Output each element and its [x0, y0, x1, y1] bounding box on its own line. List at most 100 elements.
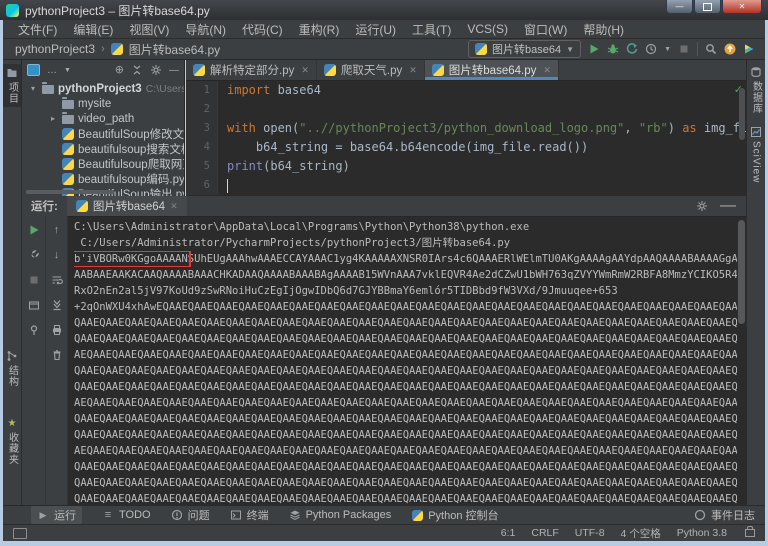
menu-item[interactable]: 导航(N): [178, 21, 233, 38]
hide-panel-icon[interactable]: —: [169, 65, 179, 76]
close-icon[interactable]: ✕: [301, 65, 309, 76]
console-text: AEQAAEQAAEQAAEQAAEQAAEQAAEQAAEQAAEQAAEQA…: [74, 397, 737, 409]
toolwindow-button-3[interactable]: 终端: [230, 507, 269, 523]
menu-item[interactable]: VCS(S): [460, 22, 515, 36]
console-line: QAAEQAAEQAAEQAAEQAAEQAAEQAAEQAAEQAAEQAAE…: [74, 363, 737, 379]
toolwindow-button-5[interactable]: Python 控制台: [411, 507, 498, 523]
status-indent-style[interactable]: 4 个空格: [621, 526, 661, 541]
run-button[interactable]: [588, 43, 600, 55]
locate-file-icon[interactable]: ⊕: [115, 65, 124, 76]
restore-layout-icon[interactable]: [27, 298, 41, 312]
tree-item-folder[interactable]: mysite: [22, 96, 184, 111]
code-line[interactable]: 4 b64_string = base64.b64encode(img_file…: [186, 138, 746, 157]
code-line[interactable]: 2: [186, 100, 746, 119]
tree-root-row[interactable]: ▾pythonProject3C:\Users: [22, 81, 184, 96]
menu-item[interactable]: 编辑(E): [66, 21, 120, 38]
editor-tab[interactable]: 解析特定部分.py✕: [186, 60, 317, 80]
code-line[interactable]: 1import base64: [186, 81, 746, 100]
scroll-end-icon[interactable]: [50, 298, 64, 312]
sidebar-item-project[interactable]: 项目: [3, 64, 21, 107]
editor-scrollbar[interactable]: [739, 88, 745, 140]
gear-icon[interactable]: [150, 64, 162, 76]
stop-button[interactable]: [678, 43, 690, 55]
editor-tab[interactable]: 图片转base64.py ✕: [425, 60, 559, 80]
tree-item-file[interactable]: BeautifulSoup修改文档树: [22, 126, 184, 141]
status-caret-position[interactable]: 6:1: [501, 527, 516, 539]
soft-wrap-icon[interactable]: [50, 273, 64, 287]
code-line[interactable]: 5print(b64_string): [186, 157, 746, 176]
profiler-button[interactable]: [645, 43, 657, 55]
search-everywhere-icon[interactable]: [705, 43, 717, 55]
console-output[interactable]: C:\Users\Administrator\AppData\Local\Pro…: [69, 216, 737, 505]
learn-plugin-icon[interactable]: [743, 43, 755, 55]
breadcrumb-file[interactable]: 图片转base64.py: [129, 41, 220, 58]
editor-tab-label: 图片转base64.py: [449, 62, 537, 78]
console-text: AEQAAEQAAEQAAEQAAEQAAEQAAEQAAEQAAEQAAEQA…: [74, 445, 737, 457]
code-line[interactable]: 6: [186, 176, 746, 195]
run-configuration-select[interactable]: 图片转base64 ▼: [468, 40, 581, 58]
tree-item-file[interactable]: beautifulsoup编码.py: [22, 171, 184, 186]
hide-panel-icon[interactable]: —: [720, 197, 736, 215]
code-editor[interactable]: 1import base6423with open("..//pythonPro…: [186, 81, 746, 195]
chevron-down-icon[interactable]: ▼: [64, 67, 71, 74]
editor-tab[interactable]: 爬取天气.py✕: [317, 60, 425, 80]
sidebar-item-database[interactable]: 数据库: [747, 66, 765, 114]
menu-item[interactable]: 帮助(H): [576, 21, 631, 38]
up-icon[interactable]: ↑: [50, 223, 64, 237]
menu-item[interactable]: 重构(R): [292, 21, 347, 38]
toolwindow-button-2[interactable]: 问题: [171, 507, 210, 523]
toolwindow-button-4[interactable]: Python Packages: [289, 509, 392, 521]
sidebar-item-sciview[interactable]: SciView: [747, 126, 765, 183]
menu-item[interactable]: 文件(F): [11, 21, 64, 38]
toolwindow-button-0[interactable]: ▶运行: [31, 506, 82, 524]
project-horizontal-scrollbar[interactable]: [26, 190, 114, 194]
chevron-right-icon[interactable]: ▸: [48, 114, 58, 123]
toggle-toolwindows-icon[interactable]: [13, 528, 27, 539]
tree-item-file[interactable]: beautifulsoup搜索文档树: [22, 141, 184, 156]
lock-icon[interactable]: [745, 529, 755, 537]
pin-icon[interactable]: [27, 323, 41, 337]
window-title: pythonProject3 – 图片转base64.py: [25, 2, 210, 19]
code-line[interactable]: 3with open("..//pythonProject3/python_do…: [186, 119, 746, 138]
tree-item-file[interactable]: Beautifulsoup爬取网页.p: [22, 156, 184, 171]
debug-button[interactable]: [607, 43, 619, 55]
close-icon[interactable]: ✕: [409, 65, 417, 76]
close-button[interactable]: ✕: [722, 0, 762, 14]
breadcrumb-project[interactable]: pythonProject3: [15, 42, 95, 56]
collapse-all-icon[interactable]: [131, 64, 143, 76]
console-scrollbar[interactable]: [738, 220, 745, 324]
gear-icon[interactable]: [696, 200, 708, 212]
close-icon[interactable]: ✕: [543, 65, 551, 76]
coverage-button[interactable]: [626, 43, 638, 55]
menu-item[interactable]: 窗口(W): [517, 21, 574, 38]
menu-item[interactable]: 视图(V): [122, 21, 176, 38]
print-icon[interactable]: [50, 323, 64, 337]
settings-icon[interactable]: [27, 248, 41, 262]
problems-icon: [171, 509, 183, 521]
tree-item-folder[interactable]: ▸video_path: [22, 111, 184, 126]
down-icon[interactable]: ↓: [50, 248, 64, 262]
status-file-encoding[interactable]: UTF-8: [575, 527, 605, 539]
toolwindow-button-event-log[interactable]: 事件日志: [694, 507, 755, 523]
sidebar-item-structure[interactable]: 结构: [3, 350, 21, 387]
close-icon[interactable]: ✕: [170, 201, 178, 212]
status-line-separator[interactable]: CRLF: [531, 527, 558, 539]
rerun-icon[interactable]: [27, 223, 41, 237]
run-tab[interactable]: 图片转base64 ✕: [67, 196, 187, 216]
update-notification-icon[interactable]: [724, 43, 736, 55]
clear-icon[interactable]: [50, 348, 64, 362]
menu-item[interactable]: 代码(C): [235, 21, 290, 38]
chevron-down-icon[interactable]: ▾: [28, 84, 38, 93]
sciview-icon: [750, 126, 762, 138]
minimize-button[interactable]: —: [666, 0, 693, 14]
status-interpreter[interactable]: Python 3.8: [677, 527, 727, 539]
sidebar-item-favorites[interactable]: ★ 收藏夹: [3, 419, 21, 465]
project-view-dots[interactable]: …: [47, 65, 57, 76]
project-folder-icon: [6, 67, 18, 79]
stop-icon[interactable]: [27, 273, 41, 287]
toolwindow-button-1[interactable]: ≡TODO: [102, 509, 151, 521]
project-view-icon[interactable]: [27, 64, 40, 76]
maximize-button[interactable]: [694, 0, 721, 14]
menu-item[interactable]: 运行(U): [348, 21, 403, 38]
menu-item[interactable]: 工具(T): [405, 21, 458, 38]
